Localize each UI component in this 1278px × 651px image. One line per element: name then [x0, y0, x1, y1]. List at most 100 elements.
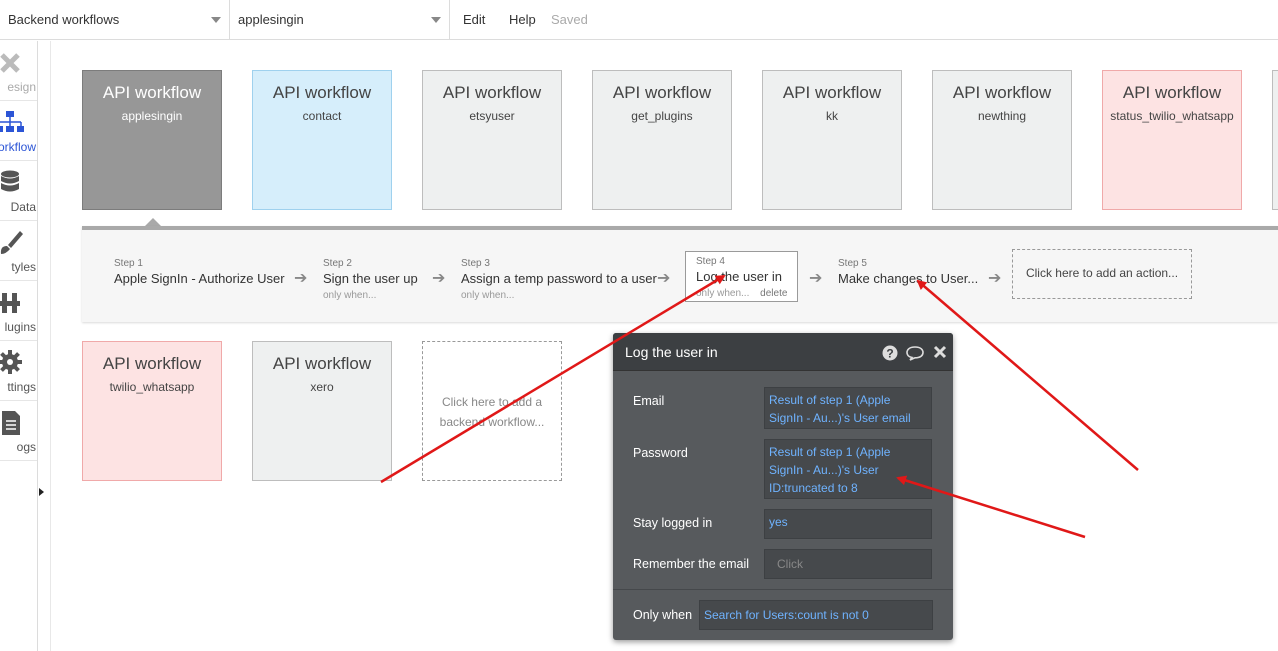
field-label: Email: [633, 394, 665, 408]
arrow-right-icon: ➔: [432, 270, 446, 287]
page-dropdown[interactable]: applesingin: [230, 0, 450, 40]
workflow-card-name: kk: [826, 109, 838, 123]
workflow-card-title: API workflow: [102, 83, 202, 102]
workflow-card-contact[interactable]: API workflow contact: [252, 70, 392, 210]
sidebar: esign orkflow Data tyles lugins ttings o…: [0, 41, 38, 651]
step-number: Step 1: [114, 258, 143, 269]
workflow-card-title: API workflow: [952, 83, 1052, 102]
step-2[interactable]: Step 2 Sign the user up only when...: [323, 258, 418, 301]
add-backend-workflow-button[interactable]: Click here to add a backend workflow...: [422, 341, 562, 481]
workflow-card-title: API workflow: [102, 354, 202, 373]
save-status: Saved: [551, 12, 588, 27]
gear-icon: [0, 350, 22, 374]
sidebar-item-label: tyles: [11, 260, 36, 274]
sidebar-item-logs[interactable]: ogs: [0, 401, 37, 461]
field-label: Password: [633, 446, 688, 460]
email-expression[interactable]: Result of step 1 (Apple SignIn - Au...)'…: [764, 387, 932, 429]
workflow-steps-panel: Step 1 Apple SignIn - Authorize User ➔ S…: [82, 226, 1278, 322]
workflow-card-title: API workflow: [612, 83, 712, 102]
top-bar: Backend workflows applesingin Edit Help …: [0, 0, 1278, 40]
workflow-card-name: status_twilio_whatsapp: [1110, 109, 1234, 123]
step-4[interactable]: Step 4 Log the user in only when... dele…: [685, 251, 799, 302]
workflow-card-kk[interactable]: API workflow kk: [762, 70, 902, 210]
workflow-card-name: get_plugins: [631, 109, 693, 123]
arrow-right-icon: ➔: [657, 270, 671, 287]
workflow-type-dropdown[interactable]: Backend workflows: [0, 0, 230, 40]
sidebar-item-styles[interactable]: tyles: [0, 221, 37, 281]
step-number: Step 2: [323, 258, 352, 269]
step-label: Apple SignIn - Authorize User: [114, 271, 285, 286]
add-workflow-label: Click here to add a backend workflow...: [439, 395, 545, 429]
property-editor: Log the user in ? Email Result of step 1…: [613, 333, 953, 640]
chevron-down-icon: [431, 17, 441, 23]
workflow-card-name: xero: [310, 380, 334, 394]
arrow-right-icon: ➔: [294, 270, 308, 287]
add-action-button[interactable]: Click here to add an action...: [1012, 249, 1192, 299]
workflow-card-xero[interactable]: API workflow xero: [252, 341, 392, 481]
step-label: Assign a temp password to a user: [461, 271, 657, 286]
workflow-card-name: contact: [302, 109, 342, 123]
step-condition[interactable]: only when...: [696, 288, 749, 299]
step-label: Sign the user up: [323, 271, 418, 286]
workflow-card-title: API workflow: [1122, 83, 1222, 102]
workflow-card-status-twilio-whatsapp[interactable]: API workflow status_twilio_whatsapp: [1102, 70, 1242, 210]
only-when-expression[interactable]: Search for Users:count is not 0: [699, 600, 933, 630]
field-label: Only when: [633, 608, 693, 622]
workflow-card-name: applesingin: [121, 109, 183, 123]
step-number: Step 4: [696, 256, 725, 267]
sidebar-item-label: Data: [10, 200, 36, 214]
design-icon: [0, 53, 20, 73]
property-editor-title: Log the user in: [625, 344, 718, 360]
sidebar-item-design[interactable]: esign: [0, 41, 37, 101]
sidebar-item-label: ttings: [7, 380, 36, 394]
step-label: Log the user in: [696, 269, 783, 284]
sidebar-item-label: orkflow: [0, 140, 36, 154]
step-3[interactable]: Step 3 Assign a temp password to a user …: [461, 258, 657, 301]
sidebar-item-data[interactable]: Data: [0, 161, 37, 221]
arrow-right-icon: ➔: [809, 270, 823, 287]
workflow-card-title: API workflow: [782, 83, 882, 102]
workflow-card-title: API workflow: [272, 354, 372, 373]
workflow-card-twilio-whatsapp[interactable]: API workflow twilio_whatsapp: [82, 341, 222, 481]
canvas-edge: [50, 41, 51, 651]
step-condition[interactable]: only when...: [323, 290, 418, 301]
workflow-type-value: Backend workflows: [8, 12, 120, 27]
workflow-card-name: newthing: [977, 109, 1027, 123]
comment-icon[interactable]: [906, 345, 924, 364]
workflow-icon: [0, 111, 24, 132]
close-icon[interactable]: [933, 345, 947, 362]
database-icon: [1, 170, 19, 192]
password-expression[interactable]: Result of step 1 (Apple SignIn - Au...)'…: [764, 439, 932, 499]
sidebar-item-label: esign: [7, 80, 36, 94]
workflow-card-etsyuser[interactable]: API workflow etsyuser: [422, 70, 562, 210]
step-condition[interactable]: only when...: [461, 290, 657, 301]
workflow-card-title: API workflow: [272, 83, 372, 102]
menu-help[interactable]: Help: [509, 0, 536, 40]
step-1[interactable]: Step 1 Apple SignIn - Authorize User: [114, 258, 285, 286]
divider: [613, 589, 953, 590]
stay-logged-in-value[interactable]: yes: [764, 509, 932, 539]
page-value: applesingin: [238, 12, 304, 27]
workflow-card-name: twilio_whatsapp: [109, 380, 195, 394]
workflow-card-partial[interactable]: [1272, 70, 1278, 210]
remember-email-input[interactable]: Click: [764, 549, 932, 579]
step-label: Make changes to User...: [838, 271, 979, 286]
workflow-card-newthing[interactable]: API workflow newthing: [932, 70, 1072, 210]
step-number: Step 5: [838, 258, 867, 269]
sidebar-item-label: lugins: [4, 320, 36, 334]
workflow-card-get-plugins[interactable]: API workflow get_plugins: [592, 70, 732, 210]
document-icon: [2, 411, 20, 435]
step-delete-button[interactable]: delete: [760, 288, 787, 299]
collapse-sidebar-icon[interactable]: [39, 488, 44, 496]
sidebar-item-plugins[interactable]: lugins: [0, 281, 37, 341]
sidebar-item-settings[interactable]: ttings: [0, 341, 37, 401]
property-editor-header: Log the user in ?: [613, 333, 953, 371]
help-icon[interactable]: ?: [882, 345, 898, 364]
sidebar-item-workflow[interactable]: orkflow: [0, 101, 37, 161]
step-5[interactable]: Step 5 Make changes to User...: [838, 258, 978, 286]
arrow-right-icon: ➔: [988, 270, 1002, 287]
workflow-card-name: etsyuser: [469, 109, 515, 123]
menu-edit[interactable]: Edit: [463, 0, 485, 40]
workflow-card-applesingin[interactable]: API workflow applesingin: [82, 70, 222, 210]
sidebar-item-label: ogs: [16, 440, 36, 454]
